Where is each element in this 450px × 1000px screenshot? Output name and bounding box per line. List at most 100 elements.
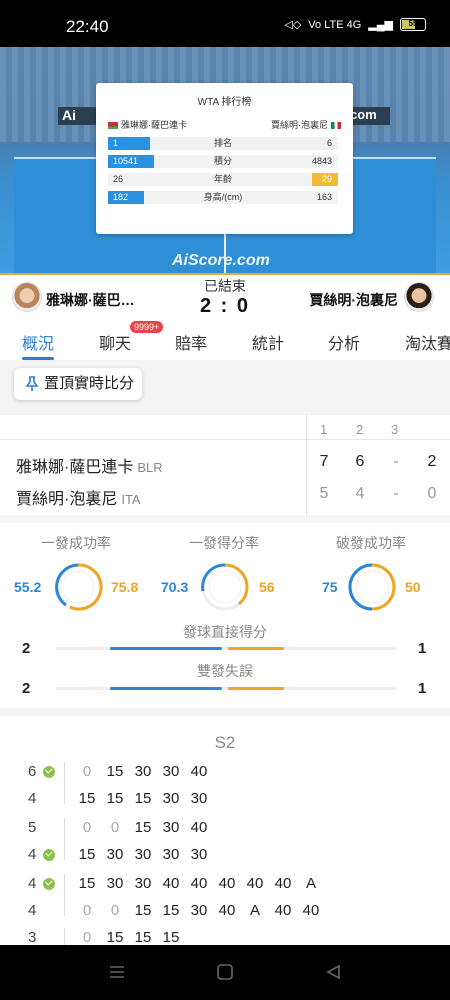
point-score: 30 [190, 902, 208, 919]
bar-p1-value: 2 [22, 640, 31, 657]
set-score: 4 [355, 485, 365, 502]
point-score: 30 [162, 846, 180, 863]
point-score: 40 [190, 875, 208, 892]
stat-p1-value: 70.3 [161, 579, 189, 595]
game-count: 4 [28, 902, 37, 919]
tab-overview[interactable]: 概況 [22, 330, 54, 354]
divider [306, 415, 307, 515]
point-score: 30 [190, 846, 208, 863]
system-nav-bar [0, 945, 450, 1000]
bar-stat-label: 發球直接得分 [183, 624, 267, 640]
point-score: 30 [162, 819, 180, 836]
point-score: 15 [134, 902, 152, 919]
point-score: A [305, 875, 316, 892]
wta-ranking-card: WTA 排行榜 雅琳娜·薩巴連卡 賈絲明·泡裏尼 1 排名 6 10541 積分… [96, 83, 353, 234]
set-player1-name[interactable]: 雅琳娜·薩巴連卡 BLR [16, 453, 163, 477]
set-score-table: 1 2 3 雅琳娜·薩巴連卡 BLR 7 6 - 2 賈絲明·泡裏尼 ITA 5 4… [0, 415, 450, 515]
point-score: 30 [162, 763, 180, 780]
bar-fill-p1 [110, 687, 222, 690]
pin-button-label: 置頂實時比分 [44, 375, 135, 392]
menu-icon[interactable] [108, 964, 126, 980]
check-icon [43, 766, 55, 778]
point-score: 40 [218, 875, 236, 892]
tab-knockout[interactable]: 淘汰賽 [405, 330, 450, 354]
ranking-player2: 賈絲明·泡裏尼 [271, 118, 341, 131]
point-score: 40 [218, 902, 236, 919]
pin-live-score-button[interactable]: 置頂實時比分 [14, 368, 142, 400]
game-divider [64, 762, 65, 804]
game-count: 6 [28, 763, 37, 780]
tab-analysis[interactable]: 分析 [328, 330, 360, 354]
pin-icon [25, 376, 39, 391]
stat-title: 破發成功率 [336, 535, 406, 551]
set-header: 1 [320, 422, 328, 437]
ring-chart [201, 563, 249, 611]
game-divider [64, 874, 65, 916]
bar-track [56, 647, 396, 650]
stat-p2-value: 75.8 [111, 579, 139, 595]
set-header: 3 [391, 422, 399, 437]
ranking-players: 雅琳娜·薩巴連卡 賈絲明·泡裏尼 [108, 118, 341, 131]
ranking-label: 身高/(cm) [203, 192, 243, 202]
point-score: 15 [134, 929, 152, 946]
italy-flag-icon [331, 122, 341, 130]
point-score: 40 [190, 819, 208, 836]
set-player2-name[interactable]: 賈絲明·泡裏尼 ITA [16, 485, 141, 509]
point-score: 30 [134, 763, 152, 780]
total-sets: 0 [427, 485, 437, 502]
point-score: 40 [302, 902, 320, 919]
ranking-row-rank: 1 排名 6 [108, 137, 338, 150]
point-score: 15 [134, 819, 152, 836]
stat-title: 一發得分率 [189, 535, 259, 551]
point-score: 15 [78, 846, 96, 863]
match-score-header: 雅琳娜·薩巴… 已結束 2 : 0 賈絲明·泡裏尼 [0, 273, 450, 320]
point-score: 15 [106, 790, 124, 807]
tab-chat[interactable]: 聊天 [99, 330, 131, 354]
ranking-row-age: 26 年齡 29 [108, 173, 338, 186]
ranking-p2-value: 163 [316, 192, 332, 202]
point-score: 15 [106, 763, 124, 780]
point-score: 30 [162, 790, 180, 807]
bar-stat-label: 雙發失誤 [197, 663, 253, 679]
stat-p1-value: 55.2 [14, 579, 42, 595]
tab-stats[interactable]: 統計 [252, 330, 284, 354]
set-score: - [393, 453, 399, 470]
player2-avatar[interactable] [404, 282, 434, 312]
point-score: 0 [110, 902, 120, 919]
network-label: Vo LTE 4G [308, 18, 362, 31]
point-score: 40 [246, 875, 264, 892]
battery-icon: 55 [400, 18, 426, 31]
status-icons: ◁◇ Vo LTE 4G ▂▄▆ 55 [284, 18, 426, 31]
bar-p1-value: 2 [22, 680, 31, 697]
point-score: 15 [162, 902, 180, 919]
point-score: 15 [162, 929, 180, 946]
bar-track [56, 687, 396, 690]
point-score: 40 [274, 875, 292, 892]
bars-icon: ▂▄▆ [368, 19, 393, 31]
player2-name[interactable]: 賈絲明·泡裏尼 [309, 290, 398, 310]
court-banner-right: com [350, 107, 390, 125]
check-icon [43, 849, 55, 861]
ranking-label: 積分 [213, 156, 232, 166]
home-icon[interactable] [216, 964, 234, 980]
point-score: 0 [82, 902, 92, 919]
ranking-title: WTA 排行榜 [197, 97, 252, 108]
belarus-flag-icon [108, 122, 118, 130]
game-count: 4 [28, 846, 37, 863]
ranking-p2-value: 29 [311, 173, 338, 186]
game-count: 4 [28, 790, 37, 807]
set-score: 6 [355, 453, 365, 470]
status-bar: 22:40 ◁◇ Vo LTE 4G ▂▄▆ 55 [0, 0, 450, 50]
signal-icon: ◁◇ [284, 19, 302, 31]
tab-odds[interactable]: 賠率 [175, 330, 207, 354]
bar-fill-p2 [228, 647, 284, 650]
aiscore-watermark: AiScore.com [172, 252, 270, 269]
bar-p2-value: 1 [418, 640, 427, 657]
point-score: 30 [106, 875, 124, 892]
clock: 22:40 [66, 17, 109, 36]
point-score: 15 [134, 790, 152, 807]
point-score: 0 [82, 929, 92, 946]
back-icon[interactable] [324, 964, 342, 980]
point-score: 0 [110, 819, 120, 836]
stat-title: 一發成功率 [41, 535, 111, 551]
